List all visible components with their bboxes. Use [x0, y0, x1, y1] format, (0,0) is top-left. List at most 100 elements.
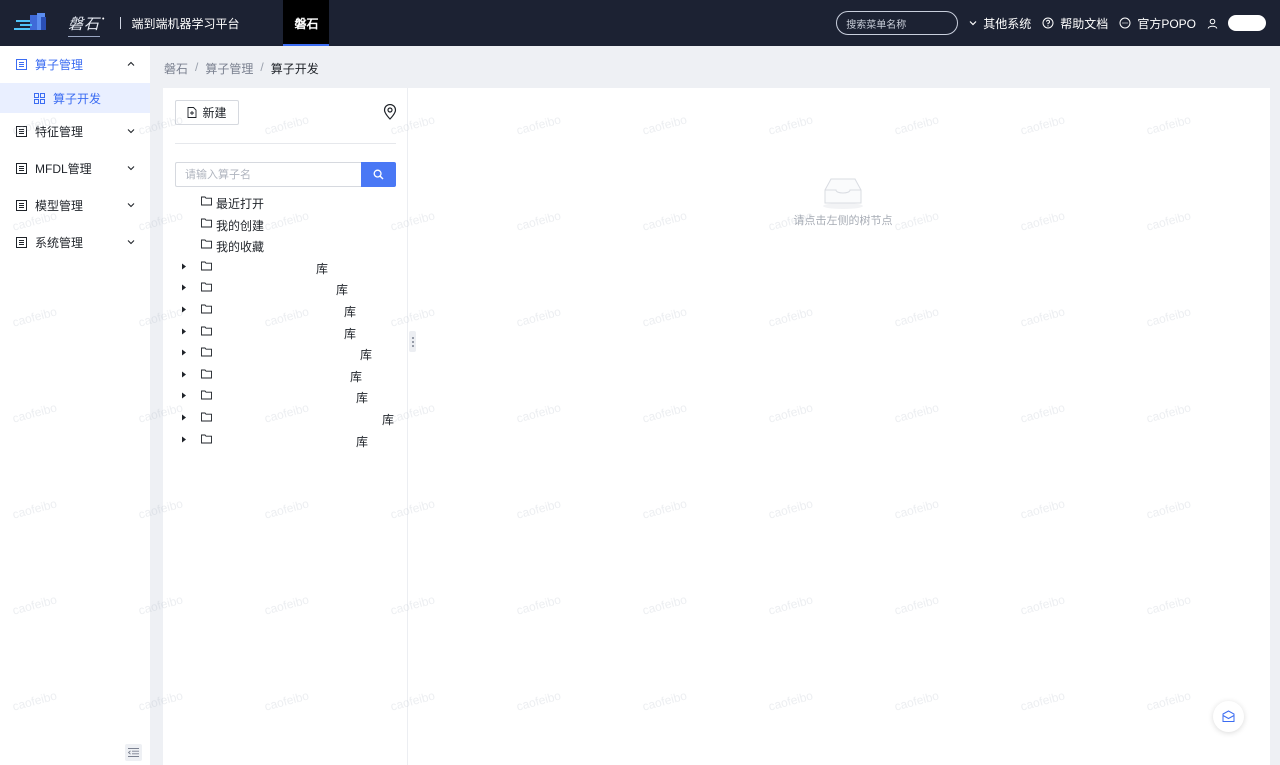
indent-icon [128, 748, 139, 757]
top-bar: 磐石 • 端到端机器学习平台 磐石 搜索菜单名称 其他系统 帮助文档 官方POP… [0, 0, 1280, 46]
user-menu[interactable] [1207, 15, 1266, 31]
tree-node-label: 我的收藏 [216, 240, 265, 255]
tree-node-library[interactable]: 库 [163, 299, 408, 321]
main-panel: 新建 最近打开 我的创建 我的收藏 [163, 88, 1270, 765]
folder-icon [201, 304, 212, 314]
folder-icon [201, 412, 212, 422]
popo-label: 官方POPO [1137, 16, 1196, 31]
caret-right-icon[interactable] [181, 371, 187, 378]
tree-node-label: 库 [316, 261, 329, 276]
list-icon [16, 237, 27, 248]
chevron-down-icon [127, 166, 135, 171]
operator-search-input[interactable] [175, 162, 361, 187]
tree-node-label: 最近打开 [216, 197, 265, 211]
sidebar-group-feature-mgmt[interactable]: 特征管理 [0, 113, 150, 150]
sidebar-group-system-mgmt[interactable]: 系统管理 [0, 224, 150, 261]
user-icon [1207, 18, 1218, 29]
logo-text: 磐石 [68, 14, 101, 37]
chat-icon [1119, 17, 1131, 29]
caret-right-icon[interactable] [181, 392, 187, 399]
sidebar-group-model-mgmt[interactable]: 模型管理 [0, 187, 150, 224]
logo-mark-icon [14, 12, 48, 34]
tree-node-library[interactable]: 库 [163, 364, 408, 386]
tree-node-label: 库 [356, 391, 369, 406]
new-button[interactable]: 新建 [175, 100, 239, 125]
list-icon [16, 200, 27, 211]
help-icon [1042, 17, 1054, 29]
feedback-button[interactable] [1213, 701, 1244, 732]
sidebar-group-label: 特征管理 [35, 125, 84, 139]
folder-icon [201, 218, 212, 228]
tree-node-label: 库 [336, 283, 349, 298]
divider [175, 143, 396, 144]
user-name-pill [1228, 15, 1266, 31]
folder-icon [201, 369, 212, 379]
sidebar-collapse-button[interactable] [125, 744, 142, 761]
caret-right-icon[interactable] [181, 349, 187, 356]
tree-node-library[interactable]: 库 [163, 385, 408, 407]
breadcrumb-item[interactable]: 算子管理 [205, 60, 253, 77]
sidebar-item-operator-dev[interactable]: 算子开发 [0, 83, 150, 113]
search-button[interactable] [361, 162, 396, 187]
folder-icon [201, 326, 212, 336]
caret-right-icon[interactable] [181, 436, 187, 443]
tree-node-library[interactable]: 库 [163, 321, 408, 343]
sidebar-group-label: 模型管理 [35, 199, 84, 213]
sidebar-group-operator-mgmt[interactable]: 算子管理 [0, 46, 150, 83]
folder-icon [201, 261, 212, 271]
breadcrumb-separator: / [195, 60, 199, 74]
breadcrumb-item[interactable]: 磐石 [164, 60, 188, 77]
breadcrumb: 磐石 / 算子管理 / 算子开发 [164, 60, 319, 77]
sidebar: 算子管理 算子开发 特征管理 MFDL管理 模型管理 系统管理 [0, 46, 150, 765]
grid-icon [34, 92, 45, 104]
mail-icon [1222, 710, 1235, 722]
platform-title: 端到端机器学习平台 [131, 16, 240, 31]
tree-node-label: 库 [344, 326, 357, 341]
tree-node-library[interactable]: 库 [163, 277, 408, 299]
caret-right-icon[interactable] [181, 263, 187, 270]
caret-right-icon[interactable] [181, 284, 187, 291]
logo[interactable]: 磐石 • [0, 0, 104, 46]
pane-resize-handle[interactable] [409, 331, 416, 352]
sidebar-group-mfdl-mgmt[interactable]: MFDL管理 [0, 150, 150, 187]
operator-tree: 最近打开 我的创建 我的收藏 库 库 库 库 库 库 库 库 库 [163, 191, 408, 450]
caret-right-icon[interactable] [181, 328, 187, 335]
tree-node-library[interactable]: 库 [163, 342, 408, 364]
tree-node-label: 库 [360, 348, 373, 363]
breadcrumb-separator: / [260, 60, 264, 74]
menu-search-input[interactable]: 搜索菜单名称 [836, 11, 959, 35]
sidebar-group-label: 系统管理 [35, 236, 84, 250]
operator-tree-pane: 新建 最近打开 我的创建 我的收藏 [163, 88, 408, 765]
tree-node-library[interactable]: 库 [163, 429, 408, 451]
popo-link[interactable]: 官方POPO [1119, 15, 1196, 32]
help-docs-label: 帮助文档 [1060, 16, 1109, 31]
list-icon [16, 59, 27, 70]
help-docs-link[interactable]: 帮助文档 [1042, 15, 1108, 32]
folder-icon [201, 196, 212, 206]
tree-node-recent[interactable]: 最近打开 [163, 191, 408, 213]
search-icon [373, 169, 384, 180]
tree-node-label: 库 [382, 412, 395, 427]
new-button-label: 新建 [202, 106, 227, 120]
header-separator [120, 17, 122, 29]
chevron-up-icon [127, 61, 135, 66]
tree-node-library[interactable]: 库 [163, 256, 408, 278]
caret-right-icon[interactable] [181, 414, 187, 421]
chevron-down-icon [127, 129, 135, 134]
list-icon [16, 163, 27, 174]
tree-node-library[interactable]: 库 [163, 407, 408, 429]
chevron-down-icon [969, 19, 977, 27]
logo-dot-icon: • [102, 15, 105, 23]
other-systems-dropdown[interactable]: 其他系统 [969, 15, 1031, 32]
tree-node-my-favorites[interactable]: 我的收藏 [163, 234, 408, 256]
folder-icon [201, 434, 212, 443]
operator-search [175, 162, 396, 187]
breadcrumb-current: 算子开发 [270, 62, 319, 76]
caret-right-icon[interactable] [181, 306, 187, 313]
tree-node-label: 库 [344, 304, 357, 319]
folder-icon [201, 282, 212, 292]
tree-node-my-created[interactable]: 我的创建 [163, 213, 408, 235]
tree-node-label: 库 [356, 434, 369, 449]
tab-panshi[interactable]: 磐石 [283, 0, 330, 46]
locate-icon[interactable] [383, 104, 397, 120]
